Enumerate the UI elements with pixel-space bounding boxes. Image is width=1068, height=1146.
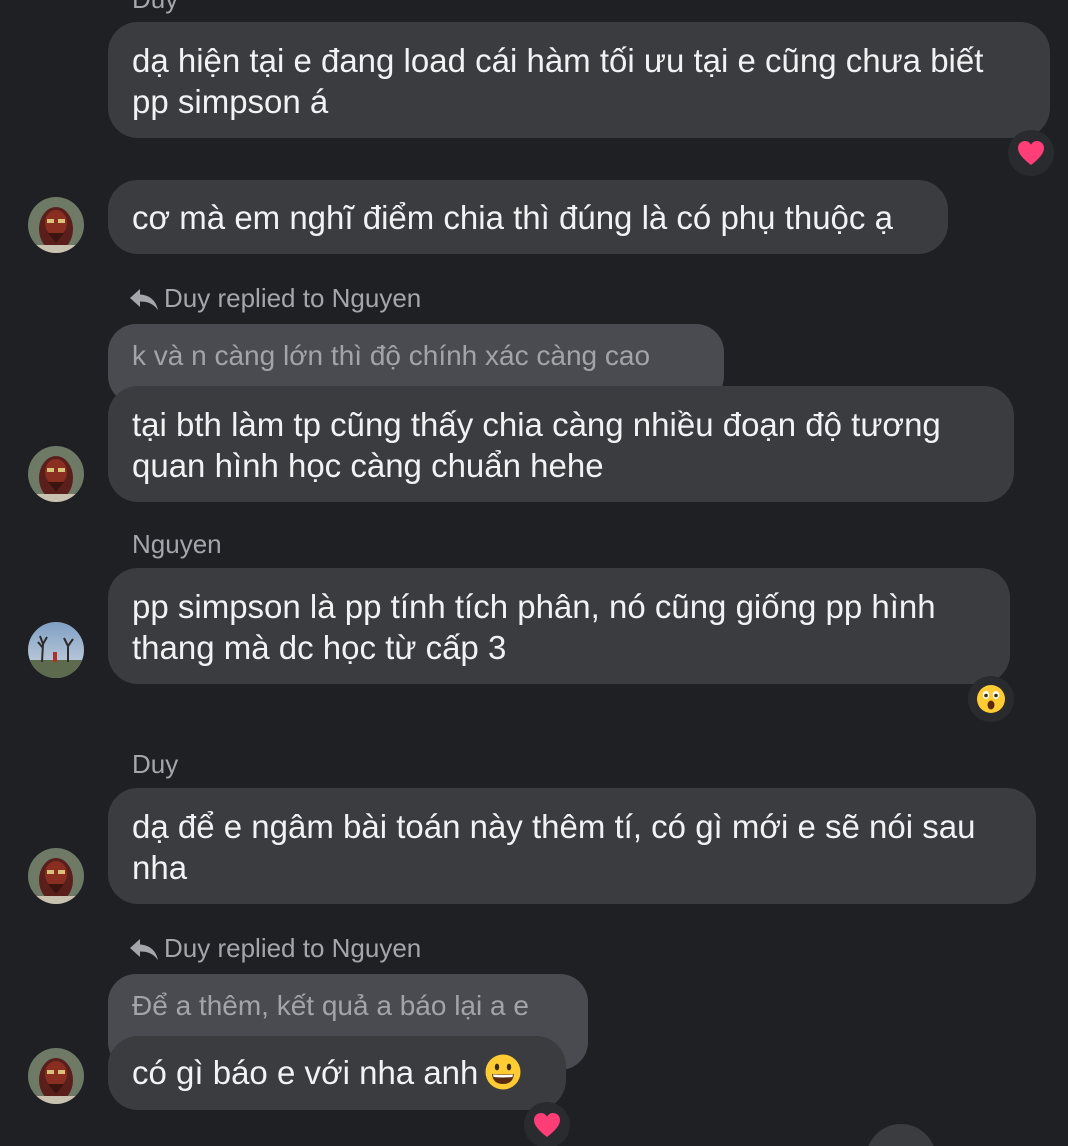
message-bubble-2[interactable]: cơ mà em nghĩ điểm chia thì đúng là có p… <box>108 180 948 254</box>
message-bubble-1[interactable]: dạ hiện tại e đang load cái hàm tối ưu t… <box>108 22 1050 138</box>
reaction-heart-badge[interactable] <box>1008 130 1054 176</box>
message-text-line: pp simpson là pp tính tích phân, nó cũng… <box>132 588 936 625</box>
message-text-line: thang mà dc học từ cấp 3 <box>132 629 507 666</box>
message-text-line: quan hình học càng chuẩn hehe <box>132 447 604 484</box>
heart-icon <box>534 1113 560 1137</box>
quoted-text: k và n càng lớn thì độ chính xác càng ca… <box>132 340 651 371</box>
avatar-image <box>28 848 84 904</box>
message-bubble-5[interactable]: dạ để e ngâm bài toán này thêm tí, có gì… <box>108 788 1036 904</box>
avatar-image <box>28 446 84 502</box>
avatar-image <box>28 622 84 678</box>
message-bubble-6[interactable]: có gì báo e với nha anh <box>108 1036 566 1110</box>
message-bubble-3[interactable]: tại bth làm tp cũng thấy chia càng nhiều… <box>108 386 1014 502</box>
sender-name-duy-top: Duy <box>132 0 178 15</box>
reply-arrow-icon <box>130 938 158 960</box>
avatar[interactable] <box>28 446 84 502</box>
avatar-nguyen[interactable] <box>28 622 84 678</box>
message-text-line: dạ hiện tại e đang load cái hàm tối ưu t… <box>132 42 984 79</box>
avatar-image <box>28 1048 84 1104</box>
reply-label: Duy replied to Nguyen <box>164 283 422 313</box>
reply-label: Duy replied to Nguyen <box>164 933 422 963</box>
reply-indicator: Duy replied to Nguyen <box>128 933 421 964</box>
sender-name-duy: Duy <box>132 749 179 779</box>
heart-icon <box>1018 141 1044 165</box>
quoted-text: Để a thêm, kết quả a báo lại a e <box>132 990 529 1021</box>
reaction-heart-badge[interactable] <box>524 1102 570 1146</box>
grinning-face-icon <box>485 1054 521 1090</box>
reaction-astonished-badge[interactable] <box>968 676 1014 722</box>
message-text-line: có gì báo e với nha anh <box>132 1054 479 1091</box>
reply-indicator: Duy replied to Nguyen <box>128 283 421 314</box>
message-text-line: nha <box>132 849 188 886</box>
astonished-face-icon <box>977 685 1005 713</box>
avatar[interactable] <box>28 1048 84 1104</box>
sender-name-nguyen: Nguyen <box>132 529 222 559</box>
message-text-line: pp simpson á <box>132 83 329 120</box>
message-text-line: tại bth làm tp cũng thấy chia càng nhiều… <box>132 406 941 443</box>
avatar-image <box>28 197 84 253</box>
message-text-line: dạ để e ngâm bài toán này thêm tí, có gì… <box>132 808 976 845</box>
reply-arrow-icon <box>130 288 158 310</box>
message-text-line: cơ mà em nghĩ điểm chia thì đúng là có p… <box>132 199 893 236</box>
avatar[interactable] <box>28 848 84 904</box>
scroll-down-button[interactable] <box>866 1124 936 1146</box>
avatar[interactable] <box>28 197 84 253</box>
message-bubble-4[interactable]: pp simpson là pp tính tích phân, nó cũng… <box>108 568 1010 684</box>
